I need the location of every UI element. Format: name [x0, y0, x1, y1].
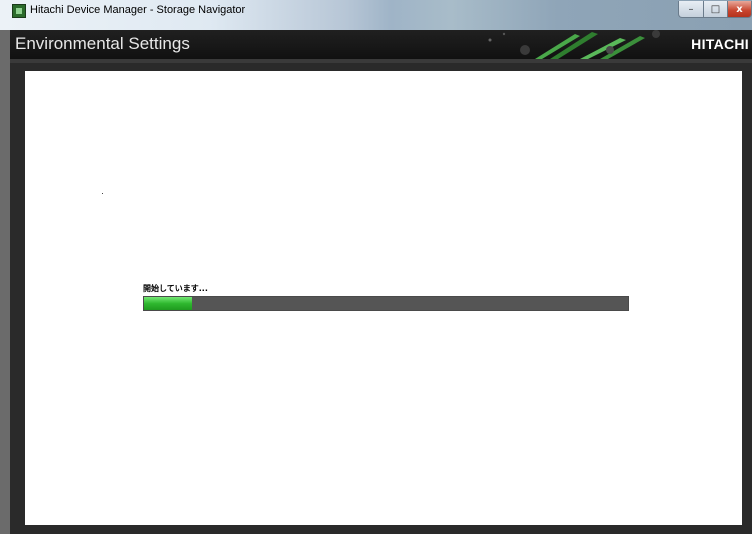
progress-bar: [143, 296, 629, 311]
left-edge: [0, 30, 10, 534]
close-icon: x: [736, 3, 743, 15]
maximize-button[interactable]: □: [703, 1, 728, 18]
app-window: Hitachi Device Manager - Storage Navigat…: [0, 0, 752, 534]
page-title: Environmental Settings: [15, 34, 190, 53]
app-icon: [12, 4, 26, 18]
stray-dot: [102, 193, 103, 194]
header-divider: [10, 59, 752, 63]
page-header: Environmental Settings HITACHI: [10, 30, 752, 59]
hitachi-logo: HITACHI: [691, 36, 749, 52]
close-button[interactable]: x: [727, 1, 752, 18]
minimize-button[interactable]: –: [678, 1, 704, 18]
content-panel: 開始しています...: [25, 71, 742, 525]
title-bar[interactable]: Hitachi Device Manager - Storage Navigat…: [0, 0, 752, 30]
progress-fill: [144, 297, 193, 310]
minimize-icon: –: [688, 3, 694, 15]
maximize-icon: □: [710, 3, 721, 15]
header-decoration: [488, 30, 660, 59]
window-title: Hitachi Device Manager - Storage Navigat…: [30, 4, 246, 16]
status-text: 開始しています...: [143, 284, 208, 293]
